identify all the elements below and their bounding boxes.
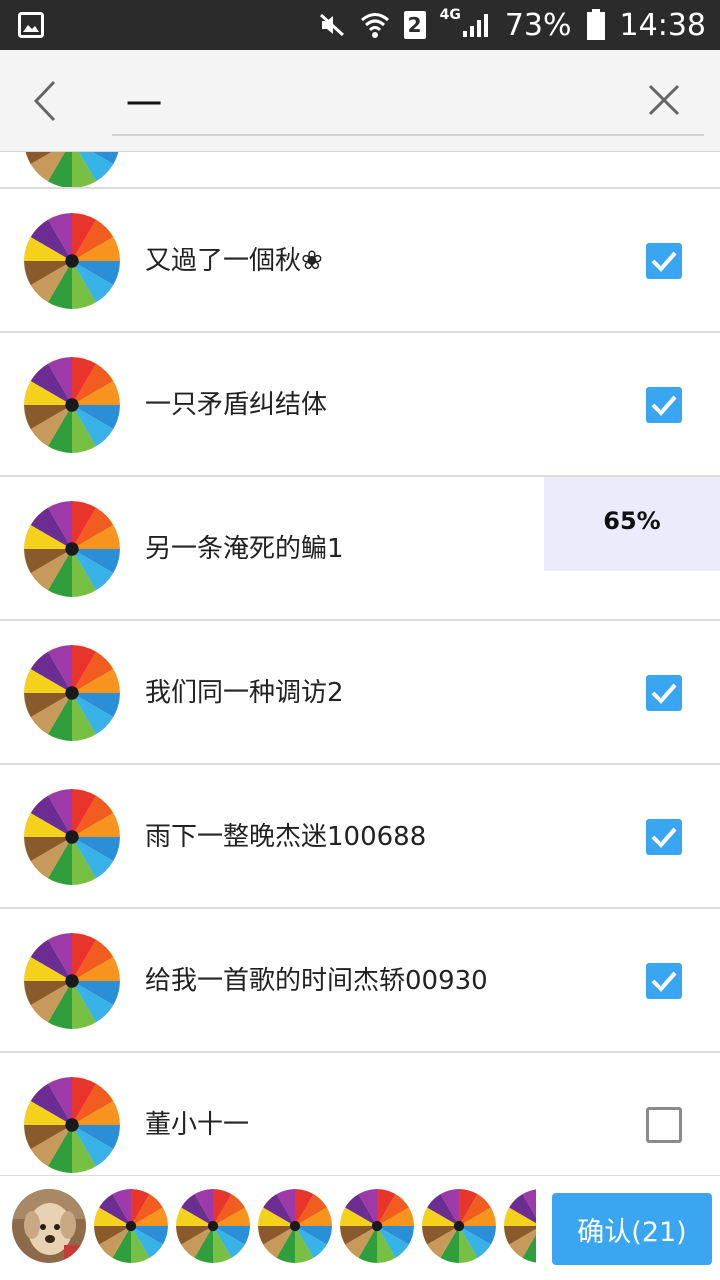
back-button[interactable] bbox=[24, 76, 68, 126]
contact-name: 又過了一個秋❀ bbox=[145, 246, 323, 276]
wifi-icon bbox=[360, 11, 390, 39]
chevron-left-icon bbox=[33, 80, 56, 122]
checkbox[interactable] bbox=[646, 243, 682, 279]
search-input[interactable] bbox=[126, 76, 626, 128]
avatar bbox=[24, 501, 120, 597]
selected-avatar-dog[interactable] bbox=[12, 1189, 86, 1263]
sim-icon: 2 bbox=[403, 11, 426, 39]
contact-name: 一只矛盾纠结体 bbox=[145, 390, 328, 420]
list-item[interactable]: 又過了一個秋❀ bbox=[0, 189, 720, 333]
avatar bbox=[24, 933, 120, 1029]
selected-avatars-strip[interactable] bbox=[0, 1176, 536, 1280]
contact-list[interactable]: 又過了一個秋❀ 一只矛盾纠结体 另一条淹死的鳊1 65% 我们同一种调访2 雨下… bbox=[0, 152, 720, 1175]
check-icon bbox=[651, 971, 677, 992]
check-icon bbox=[651, 251, 677, 272]
checkbox[interactable] bbox=[646, 963, 682, 999]
confirm-button[interactable]: 确认(21) bbox=[552, 1193, 712, 1265]
signal-icon: 4G bbox=[440, 7, 491, 39]
search-box bbox=[112, 72, 704, 136]
check-icon bbox=[651, 395, 677, 416]
list-item[interactable]: 一只矛盾纠结体 bbox=[0, 333, 720, 477]
contact-name: 董小十一 bbox=[145, 1110, 250, 1140]
selected-avatar[interactable] bbox=[340, 1189, 414, 1263]
check-icon bbox=[651, 827, 677, 848]
list-item[interactable]: 我们同一种调访2 bbox=[0, 621, 720, 765]
progress-text: 65% bbox=[603, 507, 661, 535]
checkbox[interactable] bbox=[646, 819, 682, 855]
list-item[interactable]: 雨下一整晚杰迷100688 bbox=[0, 765, 720, 909]
checkbox[interactable] bbox=[646, 1107, 682, 1143]
search-header bbox=[0, 50, 720, 152]
checkbox[interactable] bbox=[646, 387, 682, 423]
contact-name: 给我一首歌的时间杰轿00930 bbox=[145, 966, 488, 996]
network-type: 4G bbox=[439, 7, 461, 23]
contact-name: 我们同一种调访2 bbox=[145, 678, 344, 708]
avatar bbox=[24, 1077, 120, 1173]
list-item[interactable]: 给我一首歌的时间杰轿00930 bbox=[0, 909, 720, 1053]
selected-avatar[interactable] bbox=[176, 1189, 250, 1263]
selected-avatar[interactable] bbox=[258, 1189, 332, 1263]
avatar bbox=[24, 789, 120, 885]
battery-icon bbox=[586, 9, 606, 41]
progress-overlay: 65% bbox=[544, 477, 720, 571]
checkbox[interactable] bbox=[646, 675, 682, 711]
avatar bbox=[24, 645, 120, 741]
selected-avatar[interactable] bbox=[94, 1189, 168, 1263]
list-item[interactable]: 董小十一 bbox=[0, 1053, 720, 1175]
image-icon bbox=[18, 12, 44, 38]
contact-name: 另一条淹死的鳊1 bbox=[145, 534, 344, 564]
contact-name: 雨下一整晚杰迷100688 bbox=[145, 822, 427, 852]
list-item[interactable]: 另一条淹死的鳊1 65% bbox=[0, 477, 720, 621]
check-icon bbox=[651, 683, 677, 704]
selected-avatar[interactable] bbox=[422, 1189, 496, 1263]
status-bar: 2 4G 73% 14:38 bbox=[0, 0, 720, 50]
mute-icon bbox=[318, 11, 346, 39]
selected-avatar[interactable] bbox=[504, 1189, 536, 1263]
battery-percent: 73% bbox=[504, 7, 572, 43]
bottom-bar: 确认(21) bbox=[0, 1175, 720, 1280]
avatar bbox=[24, 357, 120, 453]
close-icon bbox=[648, 84, 680, 116]
avatar bbox=[24, 152, 120, 187]
list-item-partial[interactable] bbox=[0, 152, 720, 189]
avatar bbox=[24, 213, 120, 309]
clear-button[interactable] bbox=[644, 80, 684, 120]
clock: 14:38 bbox=[619, 7, 706, 43]
